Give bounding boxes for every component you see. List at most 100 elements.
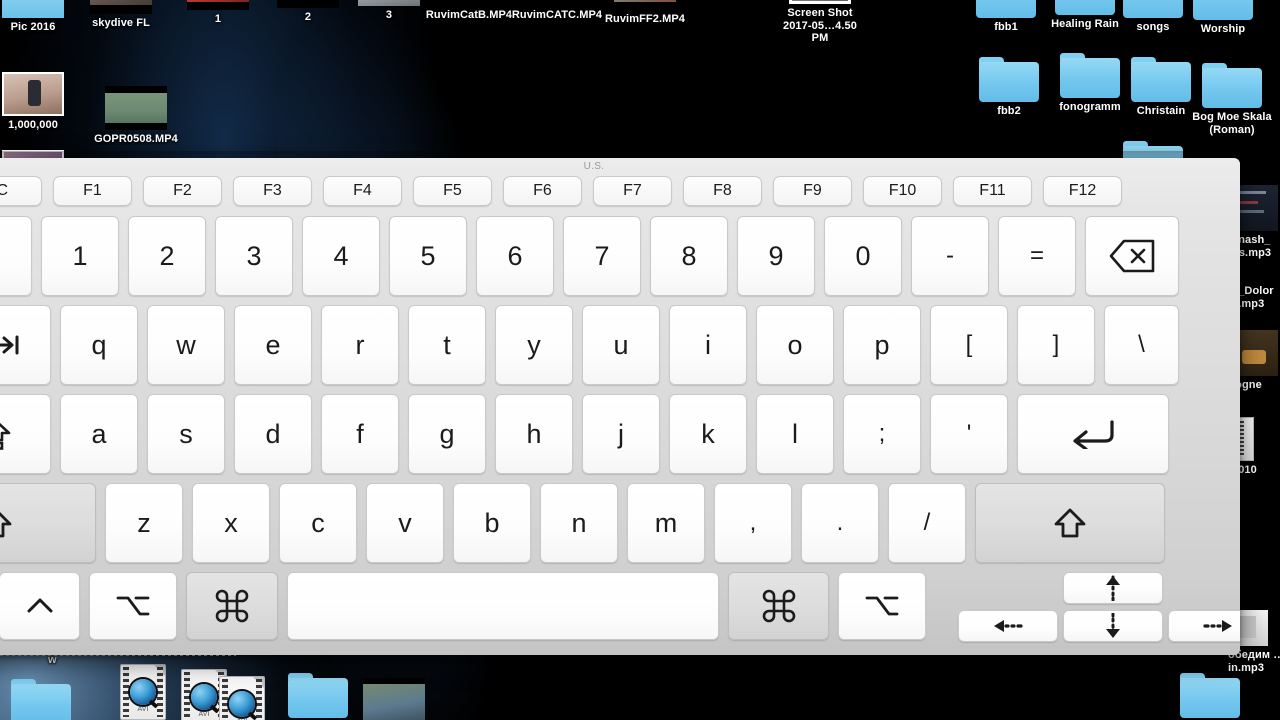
desktop-icon[interactable]: 1,000,000 (0, 70, 79, 132)
desktop-folder[interactable]: Worship (1177, 0, 1269, 36)
key-9[interactable]: 9 (737, 216, 815, 296)
key-c[interactable]: c (279, 483, 357, 563)
desktop-icon[interactable]: RuvimCatB.MP4 (422, 0, 516, 22)
desktop-icon-label: w (48, 654, 57, 666)
icon-thumbnail (510, 0, 604, 6)
desktop-icon[interactable]: Screen Shot 2017-05…4.50 PM (774, 0, 866, 45)
key-f1[interactable]: F1 (53, 176, 132, 206)
key-backslash[interactable]: \ (1104, 305, 1179, 385)
key-t[interactable]: t (408, 305, 486, 385)
key-3[interactable]: 3 (215, 216, 293, 296)
key-u[interactable]: u (582, 305, 660, 385)
key-4[interactable]: 4 (302, 216, 380, 296)
key-option-left[interactable] (89, 572, 177, 640)
key-slash[interactable]: / (888, 483, 966, 563)
key-n[interactable]: n (540, 483, 618, 563)
key-0[interactable]: 0 (824, 216, 902, 296)
key-d[interactable]: d (234, 394, 312, 474)
key-s[interactable]: s (147, 394, 225, 474)
key-z[interactable]: z (105, 483, 183, 563)
key-2[interactable]: 2 (128, 216, 206, 296)
key-h[interactable]: h (495, 394, 573, 474)
key-bracketright[interactable]: ] (1017, 305, 1095, 385)
key-minus[interactable]: - (911, 216, 989, 296)
key-1[interactable]: 1 (41, 216, 119, 296)
key-command-left[interactable] (186, 572, 278, 640)
key-k[interactable]: k (669, 394, 747, 474)
key-m[interactable]: m (627, 483, 705, 563)
key-arrow-down[interactable] (1063, 610, 1163, 642)
key-bracketleft[interactable]: [ (930, 305, 1008, 385)
key-w[interactable]: w (147, 305, 225, 385)
key-shift-left[interactable] (0, 483, 96, 563)
key-f[interactable]: f (321, 394, 399, 474)
key-command-right[interactable] (728, 572, 829, 640)
key-quote[interactable]: ' (930, 394, 1008, 474)
key-r[interactable]: r (321, 305, 399, 385)
key-tab[interactable] (0, 305, 51, 385)
key-option-right[interactable] (838, 572, 926, 640)
key-f6[interactable]: F6 (503, 176, 582, 206)
key-f5[interactable]: F5 (413, 176, 492, 206)
key-shift-right[interactable] (975, 483, 1165, 563)
key-comma[interactable]: , (714, 483, 792, 563)
key-capslock[interactable] (0, 394, 51, 474)
key-f11[interactable]: F11 (953, 176, 1032, 206)
key-p[interactable]: p (843, 305, 921, 385)
key-b[interactable]: b (453, 483, 531, 563)
key-f7[interactable]: F7 (593, 176, 672, 206)
key-e[interactable]: e (234, 305, 312, 385)
key-arrow-left[interactable] (958, 610, 1058, 642)
desktop-folder[interactable] (1164, 672, 1256, 720)
key-v[interactable]: v (366, 483, 444, 563)
keyboard-bottom-row: n (0, 572, 926, 640)
icon-thumbnail (348, 676, 440, 720)
keyboard-viewer-window[interactable]: U.S. SC F1 F2 F3 F4 F5 F6 F7 F8 F9 F10 F… (0, 158, 1240, 655)
desktop-folder[interactable]: Bog Moe Skala (Roman) (1184, 62, 1280, 136)
desktop-icon[interactable]: skydive FL (75, 0, 167, 30)
key-grave[interactable]: ` (0, 216, 32, 296)
avi-label: AVI (220, 716, 264, 720)
desktop-folder[interactable] (0, 678, 87, 720)
key-i[interactable]: i (669, 305, 747, 385)
key-delete[interactable] (1085, 216, 1179, 296)
key-l[interactable]: l (756, 394, 834, 474)
key-o[interactable]: o (756, 305, 834, 385)
key-f10[interactable]: F10 (863, 176, 942, 206)
key-equal[interactable]: = (998, 216, 1076, 296)
key-8[interactable]: 8 (650, 216, 728, 296)
desktop-icon[interactable]: RuvimFF2.MP4 (598, 0, 692, 26)
key-semicolon[interactable]: ; (843, 394, 921, 474)
key-5[interactable]: 5 (389, 216, 467, 296)
key-return[interactable] (1017, 394, 1169, 474)
key-esc[interactable]: SC (0, 176, 42, 206)
key-f9[interactable]: F9 (773, 176, 852, 206)
desktop-folder[interactable]: fbb2 (963, 56, 1055, 118)
key-f2[interactable]: F2 (143, 176, 222, 206)
desktop-icon-label: Pic 2016 (10, 21, 56, 33)
desktop-icon[interactable]: 1 (172, 0, 264, 26)
key-f8[interactable]: F8 (683, 176, 762, 206)
key-f12[interactable]: F12 (1043, 176, 1122, 206)
key-a[interactable]: a (60, 394, 138, 474)
key-y[interactable]: y (495, 305, 573, 385)
key-space[interactable] (287, 572, 719, 640)
key-control[interactable] (0, 572, 80, 640)
desktop-icon[interactable] (348, 676, 440, 720)
key-arrow-up[interactable] (1063, 572, 1163, 604)
key-x[interactable]: x (192, 483, 270, 563)
key-period[interactable]: . (801, 483, 879, 563)
key-arrow-right[interactable] (1168, 610, 1240, 642)
key-f3[interactable]: F3 (233, 176, 312, 206)
key-7[interactable]: 7 (563, 216, 641, 296)
desktop-icon[interactable]: Pic 2016 (0, 0, 79, 34)
key-q[interactable]: q (60, 305, 138, 385)
key-j[interactable]: j (582, 394, 660, 474)
key-g[interactable]: g (408, 394, 486, 474)
key-f4[interactable]: F4 (323, 176, 402, 206)
desktop-icon[interactable]: RuvimCATC.MP4 (510, 0, 604, 22)
return-icon (1070, 419, 1116, 449)
desktop-icon[interactable]: 2 (262, 0, 354, 24)
desktop-icon[interactable]: GOPR0508.MP4 (90, 84, 182, 146)
key-6[interactable]: 6 (476, 216, 554, 296)
